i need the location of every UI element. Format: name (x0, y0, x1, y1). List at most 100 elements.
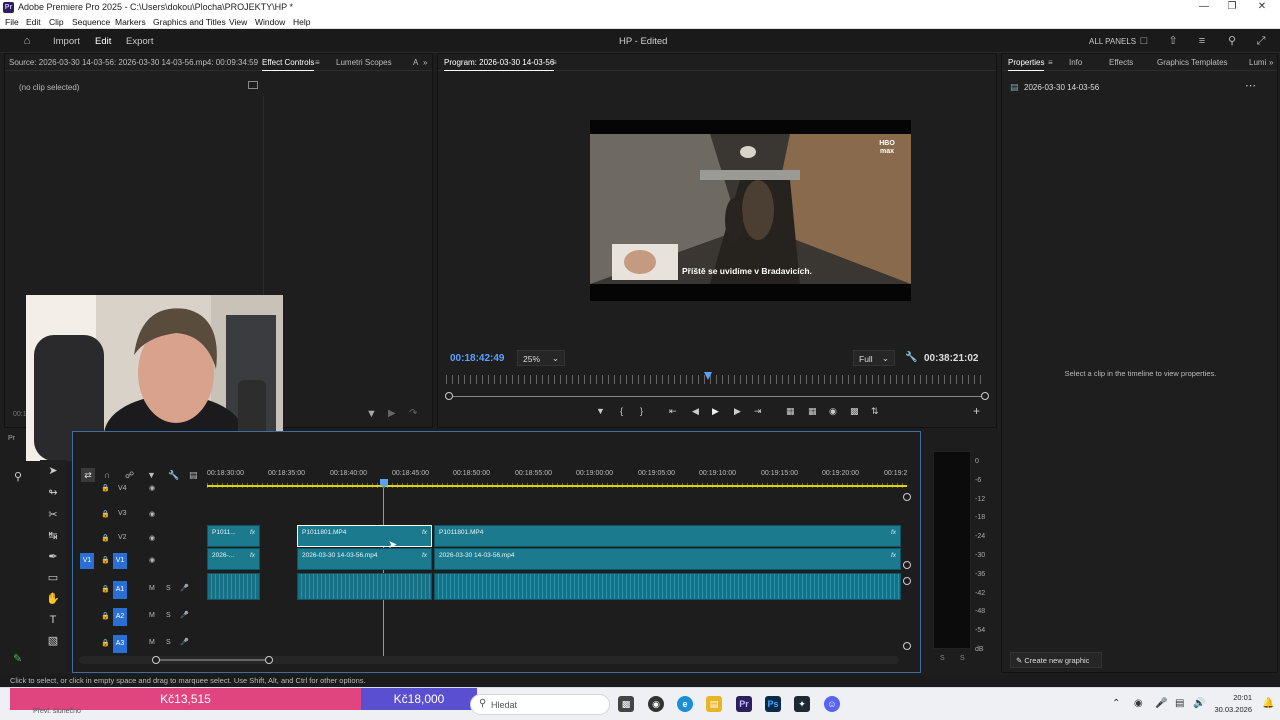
clip-v1[interactable]: 2026-03-30 14-03-56.mp4 fx (434, 548, 901, 570)
filter-icon[interactable]: ▼ (366, 408, 377, 420)
scroll-handle-right[interactable] (265, 656, 273, 664)
clip-v2-selected[interactable]: P1011801.MP4 fx (297, 525, 432, 547)
share-icon[interactable]: ⇧ (1166, 34, 1180, 48)
lock-icon[interactable]: 🔒 (101, 585, 110, 593)
comparison-view-icon[interactable]: ▩ (850, 406, 859, 417)
price-banner-1[interactable]: Kč13,515 (10, 688, 361, 710)
track-label[interactable]: A3 (113, 635, 127, 653)
lock-icon[interactable]: 🔒 (101, 484, 110, 492)
fullscreen-icon[interactable]: ⤢ (1254, 34, 1268, 48)
mute-button[interactable]: M (149, 612, 155, 619)
captions-icon[interactable]: ▤ (189, 470, 198, 481)
collapse-panel-icon[interactable] (248, 81, 258, 89)
track-end-handle[interactable] (903, 561, 911, 569)
lift-icon[interactable]: ▦ (786, 406, 795, 417)
edit-tab[interactable]: Edit (95, 36, 111, 47)
close-window-button[interactable]: ✕ (1246, 0, 1278, 15)
zoom-handle-right[interactable] (981, 392, 989, 400)
extract-icon[interactable]: ▦ (808, 406, 817, 417)
file-explorer-icon[interactable]: ▤ (706, 696, 722, 712)
import-tab[interactable]: Import (53, 36, 80, 47)
caption-tool-icon[interactable]: ▧ (44, 632, 62, 650)
tab-properties[interactable]: Properties (1008, 58, 1045, 71)
tray-app-icon[interactable]: ◉ (1134, 698, 1143, 709)
clip-v2[interactable]: P1011801.MP4 fx (434, 525, 901, 547)
home-icon[interactable]: ⌂ (20, 34, 34, 48)
list-icon[interactable]: ≡ (1195, 34, 1209, 48)
create-new-graphic-button[interactable]: ✎ Create new graphic (1010, 652, 1102, 668)
selection-tool-icon[interactable]: ➤ (44, 462, 62, 480)
program-zoom-bar[interactable] (446, 396, 986, 397)
timeline-settings-icon[interactable]: 🔧 (168, 470, 179, 481)
tab-info[interactable]: Info (1069, 58, 1082, 67)
microphone-icon[interactable]: 🎤 (1155, 698, 1167, 709)
razor-tool-icon[interactable]: ✂ (44, 506, 62, 524)
restore-button[interactable]: ❐ (1216, 0, 1248, 15)
lock-icon[interactable]: 🔒 (101, 612, 110, 620)
meter-solo-left[interactable]: S (940, 655, 945, 662)
menu-clip[interactable]: Clip (49, 17, 64, 27)
taskbar-search[interactable]: ⚲ Hledat (470, 694, 610, 715)
export-tab[interactable]: Export (126, 36, 153, 47)
program-menu-icon[interactable]: ≡ (552, 58, 557, 67)
pen-tool-icon[interactable]: ✒ (44, 548, 62, 566)
program-current-timecode[interactable]: 00:18:42:49 (450, 353, 504, 364)
add-marker-icon[interactable]: ▼ (596, 406, 605, 416)
audio-clip-a1[interactable] (434, 573, 901, 600)
time-ruler[interactable]: 00:18:30:00 00:18:35:00 00:18:40:00 00:1… (207, 466, 907, 482)
wrench-icon[interactable]: 🔧 (905, 352, 917, 363)
microphone-icon[interactable]: 🎤 (180, 638, 189, 646)
menu-help[interactable]: Help (293, 17, 310, 27)
eye-icon[interactable]: ◉ (149, 510, 155, 518)
go-to-in-icon[interactable]: ⇤ (669, 406, 677, 417)
premiere-taskbar-icon[interactable]: Pr (736, 696, 752, 712)
tab-source[interactable]: Source: 2026-03-30 14-03-56: 2026-03-30 … (9, 58, 258, 67)
add-button-icon[interactable]: + (973, 404, 980, 418)
zoom-handle-left[interactable] (445, 392, 453, 400)
microphone-icon[interactable]: 🎤 (180, 584, 189, 592)
more-options-icon[interactable]: ⋯ (1245, 79, 1256, 92)
source-patch-v1[interactable]: V1 (80, 553, 94, 569)
lock-icon[interactable]: 🔒 (101, 534, 110, 542)
meter-solo-right[interactable]: S (960, 655, 965, 662)
mute-button[interactable]: M (149, 585, 155, 592)
notifications-icon[interactable]: 🔔 (1262, 698, 1274, 709)
solo-button[interactable]: S (166, 612, 171, 619)
menu-graphics-titles[interactable]: Graphics and Titles (153, 17, 226, 27)
timeline-tab-partial[interactable]: Pr (8, 435, 15, 442)
work-area-bar[interactable] (207, 485, 907, 487)
clock-time[interactable]: 20:01 (1212, 693, 1252, 702)
menu-sequence[interactable]: Sequence (72, 17, 110, 27)
audio-clip-a1[interactable] (207, 573, 260, 600)
track-end-handle[interactable] (903, 642, 911, 650)
weather-text[interactable]: Převl. slunečno (33, 708, 81, 715)
scrollbar-thumb[interactable] (155, 659, 268, 661)
play-icon[interactable]: ▶ (712, 406, 719, 417)
program-ruler[interactable] (446, 375, 986, 384)
chevron-up-icon[interactable]: ⌃ (1112, 698, 1120, 709)
microphone-icon[interactable]: 🎤 (180, 611, 189, 619)
go-to-out-icon[interactable]: ⇥ (754, 406, 762, 417)
search-icon[interactable]: ⚲ (14, 470, 22, 483)
add-marker-icon[interactable]: ▼ (147, 470, 156, 480)
export-frame-icon[interactable]: ◉ (829, 406, 837, 417)
program-video-frame[interactable]: HBO max Příště se uvidíme v Bradavicích. (590, 120, 911, 301)
mark-out-icon[interactable]: } (640, 406, 643, 416)
network-icon[interactable]: ▤ (1175, 698, 1184, 709)
step-back-icon[interactable]: ◀ (692, 406, 699, 417)
track-end-handle[interactable] (903, 493, 911, 501)
track-label[interactable]: A1 (113, 581, 127, 599)
track-label[interactable]: A2 (113, 608, 127, 626)
type-tool-icon[interactable]: T (44, 611, 62, 629)
tab-effects[interactable]: Effects (1109, 58, 1133, 67)
menu-window[interactable]: Window (255, 17, 285, 27)
clock-date[interactable]: 30.03.2026 (1207, 705, 1252, 714)
panel-layout-icon[interactable]: □ (1137, 34, 1151, 48)
menu-file[interactable]: File (5, 17, 19, 27)
discord-icon[interactable]: ☺ (824, 696, 840, 712)
solo-button[interactable]: S (166, 585, 171, 592)
mute-button[interactable]: M (149, 639, 155, 646)
quality-select[interactable]: Full ⌄ (853, 350, 895, 366)
hand-tool-icon[interactable]: ✋ (44, 590, 62, 608)
rectangle-tool-icon[interactable]: ▭ (44, 569, 62, 587)
